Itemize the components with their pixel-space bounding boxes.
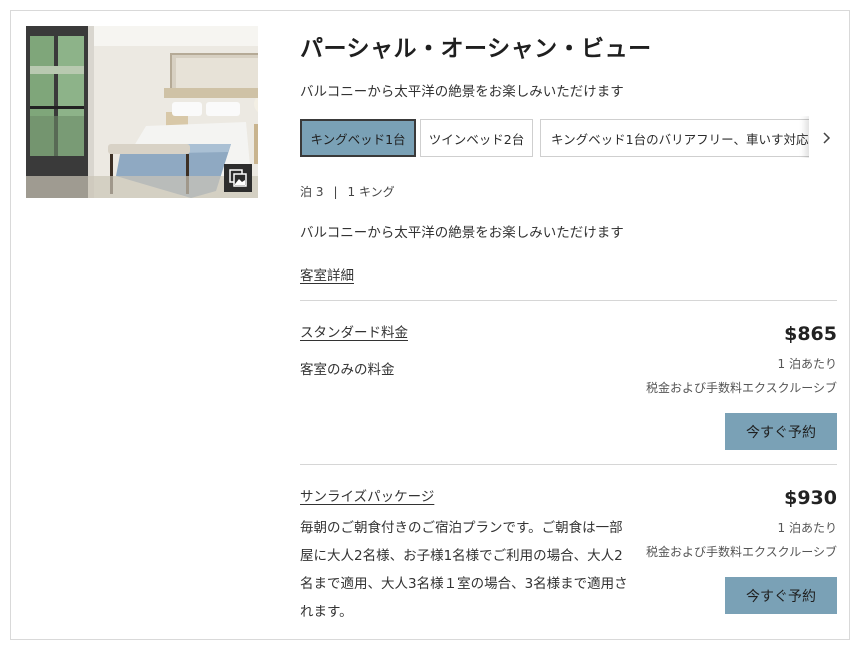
tab-king-accessible[interactable]: キングベッド1台のバリアフリー、車いす対応シャワー (540, 119, 837, 157)
gallery-icon[interactable] (224, 164, 252, 192)
room-description: バルコニーから太平洋の絶景をお楽しみいただけます (300, 225, 624, 241)
rate-standard: スタンダード料金 客室のみの料金 $865 1 泊あたり 税金および手数料エクス… (300, 321, 837, 461)
occupancy-beds: 1 キング (347, 185, 395, 199)
rate-name-link[interactable]: スタンダード料金 (300, 321, 408, 341)
rate-tax-note: 税金および手数料エクスクルーシブ (645, 381, 837, 395)
occupancy-guests: 泊 3 (300, 185, 324, 199)
tab-king-bed[interactable]: キングベッド1台 (300, 119, 416, 157)
rate-sunrise-package: サンライズパッケージ 毎朝のご朝食付きのご宿泊プランです。ご朝食は一部屋に大人2… (300, 485, 837, 635)
rate-price: $930 (784, 487, 837, 509)
rate-per-night: 1 泊あたり (777, 357, 837, 371)
occupancy-info: 泊 3 | 1 キング (300, 183, 395, 200)
room-card: パーシャル・オーシャン・ビュー バルコニーから太平洋の絶景をお楽しみいただけます… (10, 10, 850, 640)
tab-twin-beds[interactable]: ツインベッド2台 (420, 119, 533, 157)
room-subtitle: バルコニーから太平洋の絶景をお楽しみいただけます (300, 84, 624, 100)
rate-description: 毎朝のご朝食付きのご宿泊プランです。ご朝食は一部屋に大人2名様、お子様1名様でご… (300, 520, 628, 620)
divider (300, 300, 837, 301)
book-now-button[interactable]: 今すぐ予約 (725, 413, 837, 450)
rate-description: 客室のみの料金 (300, 362, 395, 378)
bed-type-tabs: キングベッド1台 ツインベッド2台 キングベッド1台のバリアフリー、車いす対応シ… (300, 116, 837, 158)
rate-name-link[interactable]: サンライズパッケージ (300, 485, 434, 505)
occupancy-divider: | (333, 185, 338, 199)
room-details-link[interactable]: 客室詳細 (300, 264, 354, 284)
room-photo[interactable] (26, 26, 258, 198)
rate-tax-note: 税金および手数料エクスクルーシブ (645, 545, 837, 559)
room-title: パーシャル・オーシャン・ビュー (300, 35, 652, 62)
rate-per-night: 1 泊あたり (777, 521, 837, 535)
rate-price: $865 (784, 323, 837, 345)
book-now-button[interactable]: 今すぐ予約 (725, 577, 837, 614)
chevron-right-icon[interactable] (809, 116, 837, 158)
divider (300, 464, 837, 465)
